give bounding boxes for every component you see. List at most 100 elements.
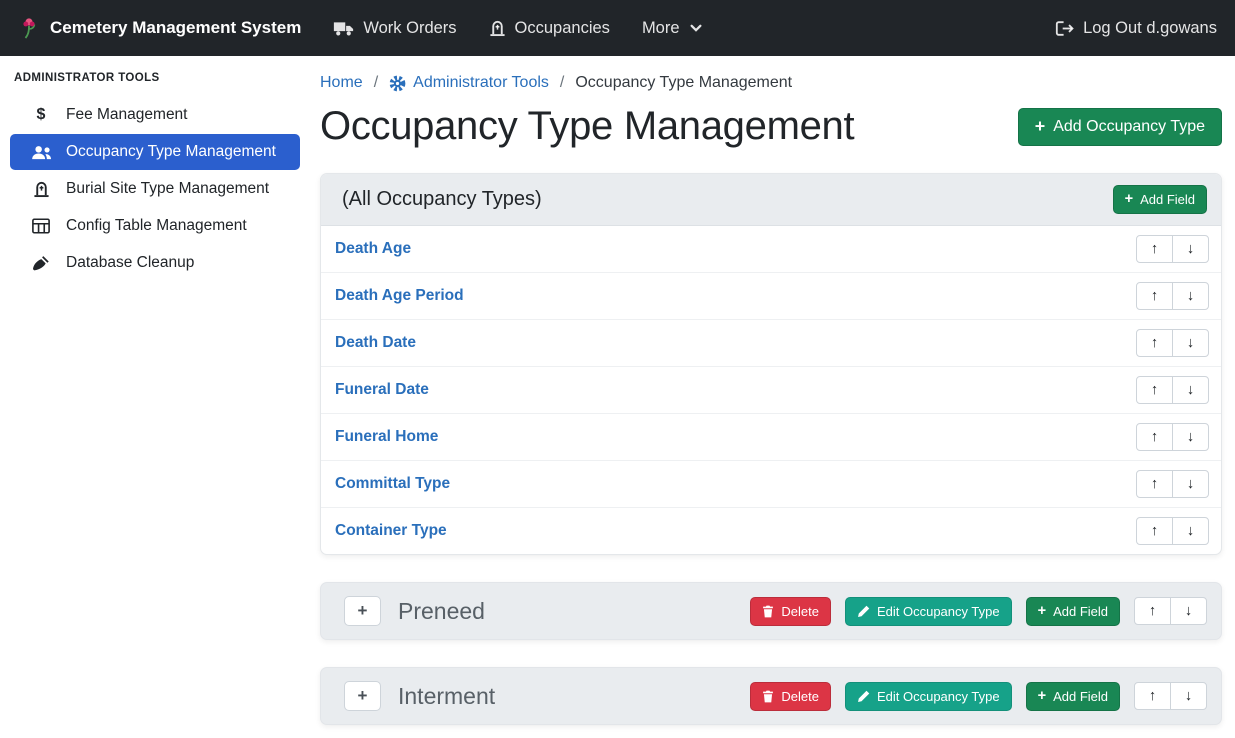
type-card-actions: Delete Edit Occupancy Type + Add Field ↑	[750, 682, 1207, 711]
breadcrumb-home-link[interactable]: Home	[320, 74, 363, 92]
arrow-up-icon: ↑	[1149, 603, 1156, 619]
move-down-button[interactable]: ↓	[1172, 470, 1209, 498]
type-card-actions: Delete Edit Occupancy Type + Add Field ↑	[750, 597, 1207, 626]
chevron-down-icon	[689, 21, 703, 35]
arrow-down-icon: ↓	[1187, 241, 1194, 257]
plus-icon: +	[1125, 192, 1134, 207]
field-row: Funeral Date ↑ ↓	[321, 367, 1221, 414]
sidebar-heading: Administrator Tools	[0, 64, 310, 96]
field-link[interactable]: Funeral Home	[335, 428, 438, 446]
field-row: Death Date ↑ ↓	[321, 320, 1221, 367]
delete-label: Delete	[781, 604, 819, 619]
brand-link[interactable]: Cemetery Management System	[18, 16, 301, 40]
move-up-button[interactable]: ↑	[1134, 597, 1171, 625]
add-occupancy-type-button[interactable]: + Add Occupancy Type	[1018, 108, 1222, 146]
logout-link[interactable]: Log Out d.gowans	[1055, 19, 1217, 38]
field-link[interactable]: Funeral Date	[335, 381, 429, 399]
pencil-icon	[857, 605, 870, 618]
add-field-button[interactable]: + Add Field	[1113, 185, 1207, 214]
add-field-button[interactable]: + Add Field	[1026, 597, 1120, 626]
arrow-down-icon: ↓	[1187, 476, 1194, 492]
plus-icon: +	[1035, 118, 1045, 136]
add-occupancy-type-label: Add Occupancy Type	[1053, 118, 1205, 136]
field-link[interactable]: Container Type	[335, 522, 447, 540]
move-up-button[interactable]: ↑	[1136, 517, 1173, 545]
move-down-button[interactable]: ↓	[1170, 682, 1207, 710]
sidebar-item-config-table-management[interactable]: Config Table Management	[10, 208, 300, 244]
move-down-button[interactable]: ↓	[1172, 376, 1209, 404]
nav-work-orders[interactable]: Work Orders	[333, 19, 456, 38]
move-up-button[interactable]: ↑	[1136, 329, 1173, 357]
arrow-up-icon: ↑	[1151, 429, 1158, 445]
sidebar-item-fee-management[interactable]: $ Fee Management	[10, 97, 300, 133]
arrow-down-icon: ↓	[1185, 603, 1192, 619]
edit-occupancy-type-label: Edit Occupancy Type	[877, 604, 1000, 619]
field-link[interactable]: Death Date	[335, 334, 416, 352]
field-link[interactable]: Committal Type	[335, 475, 450, 493]
arrow-down-icon: ↓	[1187, 335, 1194, 351]
move-down-button[interactable]: ↓	[1172, 235, 1209, 263]
field-row: Death Age Period ↑ ↓	[321, 273, 1221, 320]
sidebar-item-occupancy-type-management[interactable]: Occupancy Type Management	[10, 134, 300, 170]
occupancy-type-card-preneed: + Preneed Delete	[320, 582, 1222, 640]
move-down-button[interactable]: ↓	[1170, 597, 1207, 625]
reorder-button-group: ↑ ↓	[1136, 329, 1209, 357]
page-layout: Administrator Tools $ Fee Management Occ…	[0, 56, 1235, 725]
users-icon	[30, 145, 52, 160]
edit-occupancy-type-button[interactable]: Edit Occupancy Type	[845, 682, 1012, 711]
reorder-button-group: ↑ ↓	[1136, 423, 1209, 451]
move-down-button[interactable]: ↓	[1172, 517, 1209, 545]
move-up-button[interactable]: ↑	[1136, 282, 1173, 310]
reorder-button-group: ↑ ↓	[1136, 470, 1209, 498]
expand-button[interactable]: +	[344, 596, 381, 626]
nav-more[interactable]: More	[642, 19, 703, 38]
breadcrumb: Home / Administrator Tools / Occupancy T…	[320, 74, 1222, 92]
arrow-up-icon: ↑	[1149, 688, 1156, 704]
expand-button[interactable]: +	[344, 681, 381, 711]
nav-more-label: More	[642, 19, 680, 38]
all-occupancy-types-title: (All Occupancy Types)	[342, 188, 542, 211]
navbar-links: Work Orders Occupancies More	[333, 19, 702, 38]
move-up-button[interactable]: ↑	[1136, 376, 1173, 404]
field-link[interactable]: Death Age	[335, 240, 411, 258]
gear-icon	[389, 75, 406, 92]
arrow-up-icon: ↑	[1151, 476, 1158, 492]
field-row: Container Type ↑ ↓	[321, 508, 1221, 554]
edit-occupancy-type-button[interactable]: Edit Occupancy Type	[845, 597, 1012, 626]
trash-icon	[762, 605, 774, 618]
reorder-button-group: ↑ ↓	[1134, 597, 1207, 625]
move-up-button[interactable]: ↑	[1136, 423, 1173, 451]
sidebar-item-burial-site-type-management[interactable]: Burial Site Type Management	[10, 171, 300, 207]
delete-button[interactable]: Delete	[750, 682, 831, 711]
delete-button[interactable]: Delete	[750, 597, 831, 626]
move-up-button[interactable]: ↑	[1134, 682, 1171, 710]
plus-icon: +	[1038, 604, 1047, 619]
tombstone-icon	[489, 19, 506, 37]
arrow-up-icon: ↑	[1151, 241, 1158, 257]
move-up-button[interactable]: ↑	[1136, 470, 1173, 498]
flower-logo-icon	[18, 16, 40, 40]
nav-occupancies[interactable]: Occupancies	[489, 19, 610, 38]
field-row: Funeral Home ↑ ↓	[321, 414, 1221, 461]
delete-label: Delete	[781, 689, 819, 704]
table-icon	[30, 218, 52, 234]
occupancy-type-title: Preneed	[398, 598, 485, 625]
field-row: Death Age ↑ ↓	[321, 226, 1221, 273]
breadcrumb-admin-tools-label: Administrator Tools	[413, 74, 549, 92]
reorder-button-group: ↑ ↓	[1136, 235, 1209, 263]
move-down-button[interactable]: ↓	[1172, 282, 1209, 310]
move-up-button[interactable]: ↑	[1136, 235, 1173, 263]
add-field-button[interactable]: + Add Field	[1026, 682, 1120, 711]
move-down-button[interactable]: ↓	[1172, 423, 1209, 451]
breadcrumb-admin-tools-link[interactable]: Administrator Tools	[389, 74, 549, 92]
sidebar-item-database-cleanup[interactable]: Database Cleanup	[10, 245, 300, 281]
field-link[interactable]: Death Age Period	[335, 287, 464, 305]
move-down-button[interactable]: ↓	[1172, 329, 1209, 357]
breadcrumb-home-label: Home	[320, 74, 363, 92]
reorder-button-group: ↑ ↓	[1134, 682, 1207, 710]
navbar-right: Log Out d.gowans	[1055, 19, 1217, 38]
arrow-up-icon: ↑	[1151, 523, 1158, 539]
breadcrumb-separator: /	[374, 74, 378, 92]
broom-icon	[30, 255, 52, 272]
title-row: Occupancy Type Management + Add Occupanc…	[320, 104, 1222, 149]
